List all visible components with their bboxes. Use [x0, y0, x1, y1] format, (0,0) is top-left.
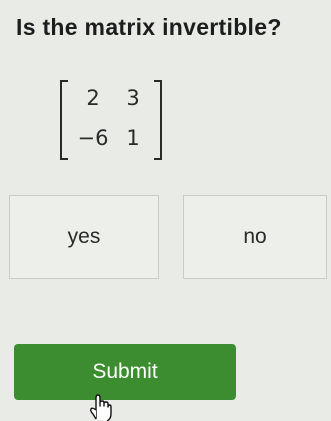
matrix-right-bracket: [154, 80, 162, 160]
submit-button-label: Submit: [92, 360, 158, 383]
question-text: Is the matrix invertible?: [16, 14, 282, 40]
answer-choice-no[interactable]: no: [183, 195, 327, 279]
submit-button[interactable]: Submit: [14, 344, 236, 400]
matrix-cell-r2c1: −6: [77, 126, 109, 150]
matrix-cell-r2c2: 1: [126, 126, 140, 150]
answer-choice-yes-label: yes: [67, 225, 101, 248]
matrix-cell-r1c1: 2: [86, 86, 100, 110]
matrix: 2 3 −6 1: [60, 80, 162, 160]
answer-choice-yes[interactable]: yes: [9, 195, 159, 279]
matrix-left-bracket: [60, 80, 68, 160]
matrix-cell-r1c2: 3: [126, 86, 140, 110]
hand-pointer-icon: [90, 394, 112, 421]
answer-choice-no-label: no: [243, 225, 267, 248]
